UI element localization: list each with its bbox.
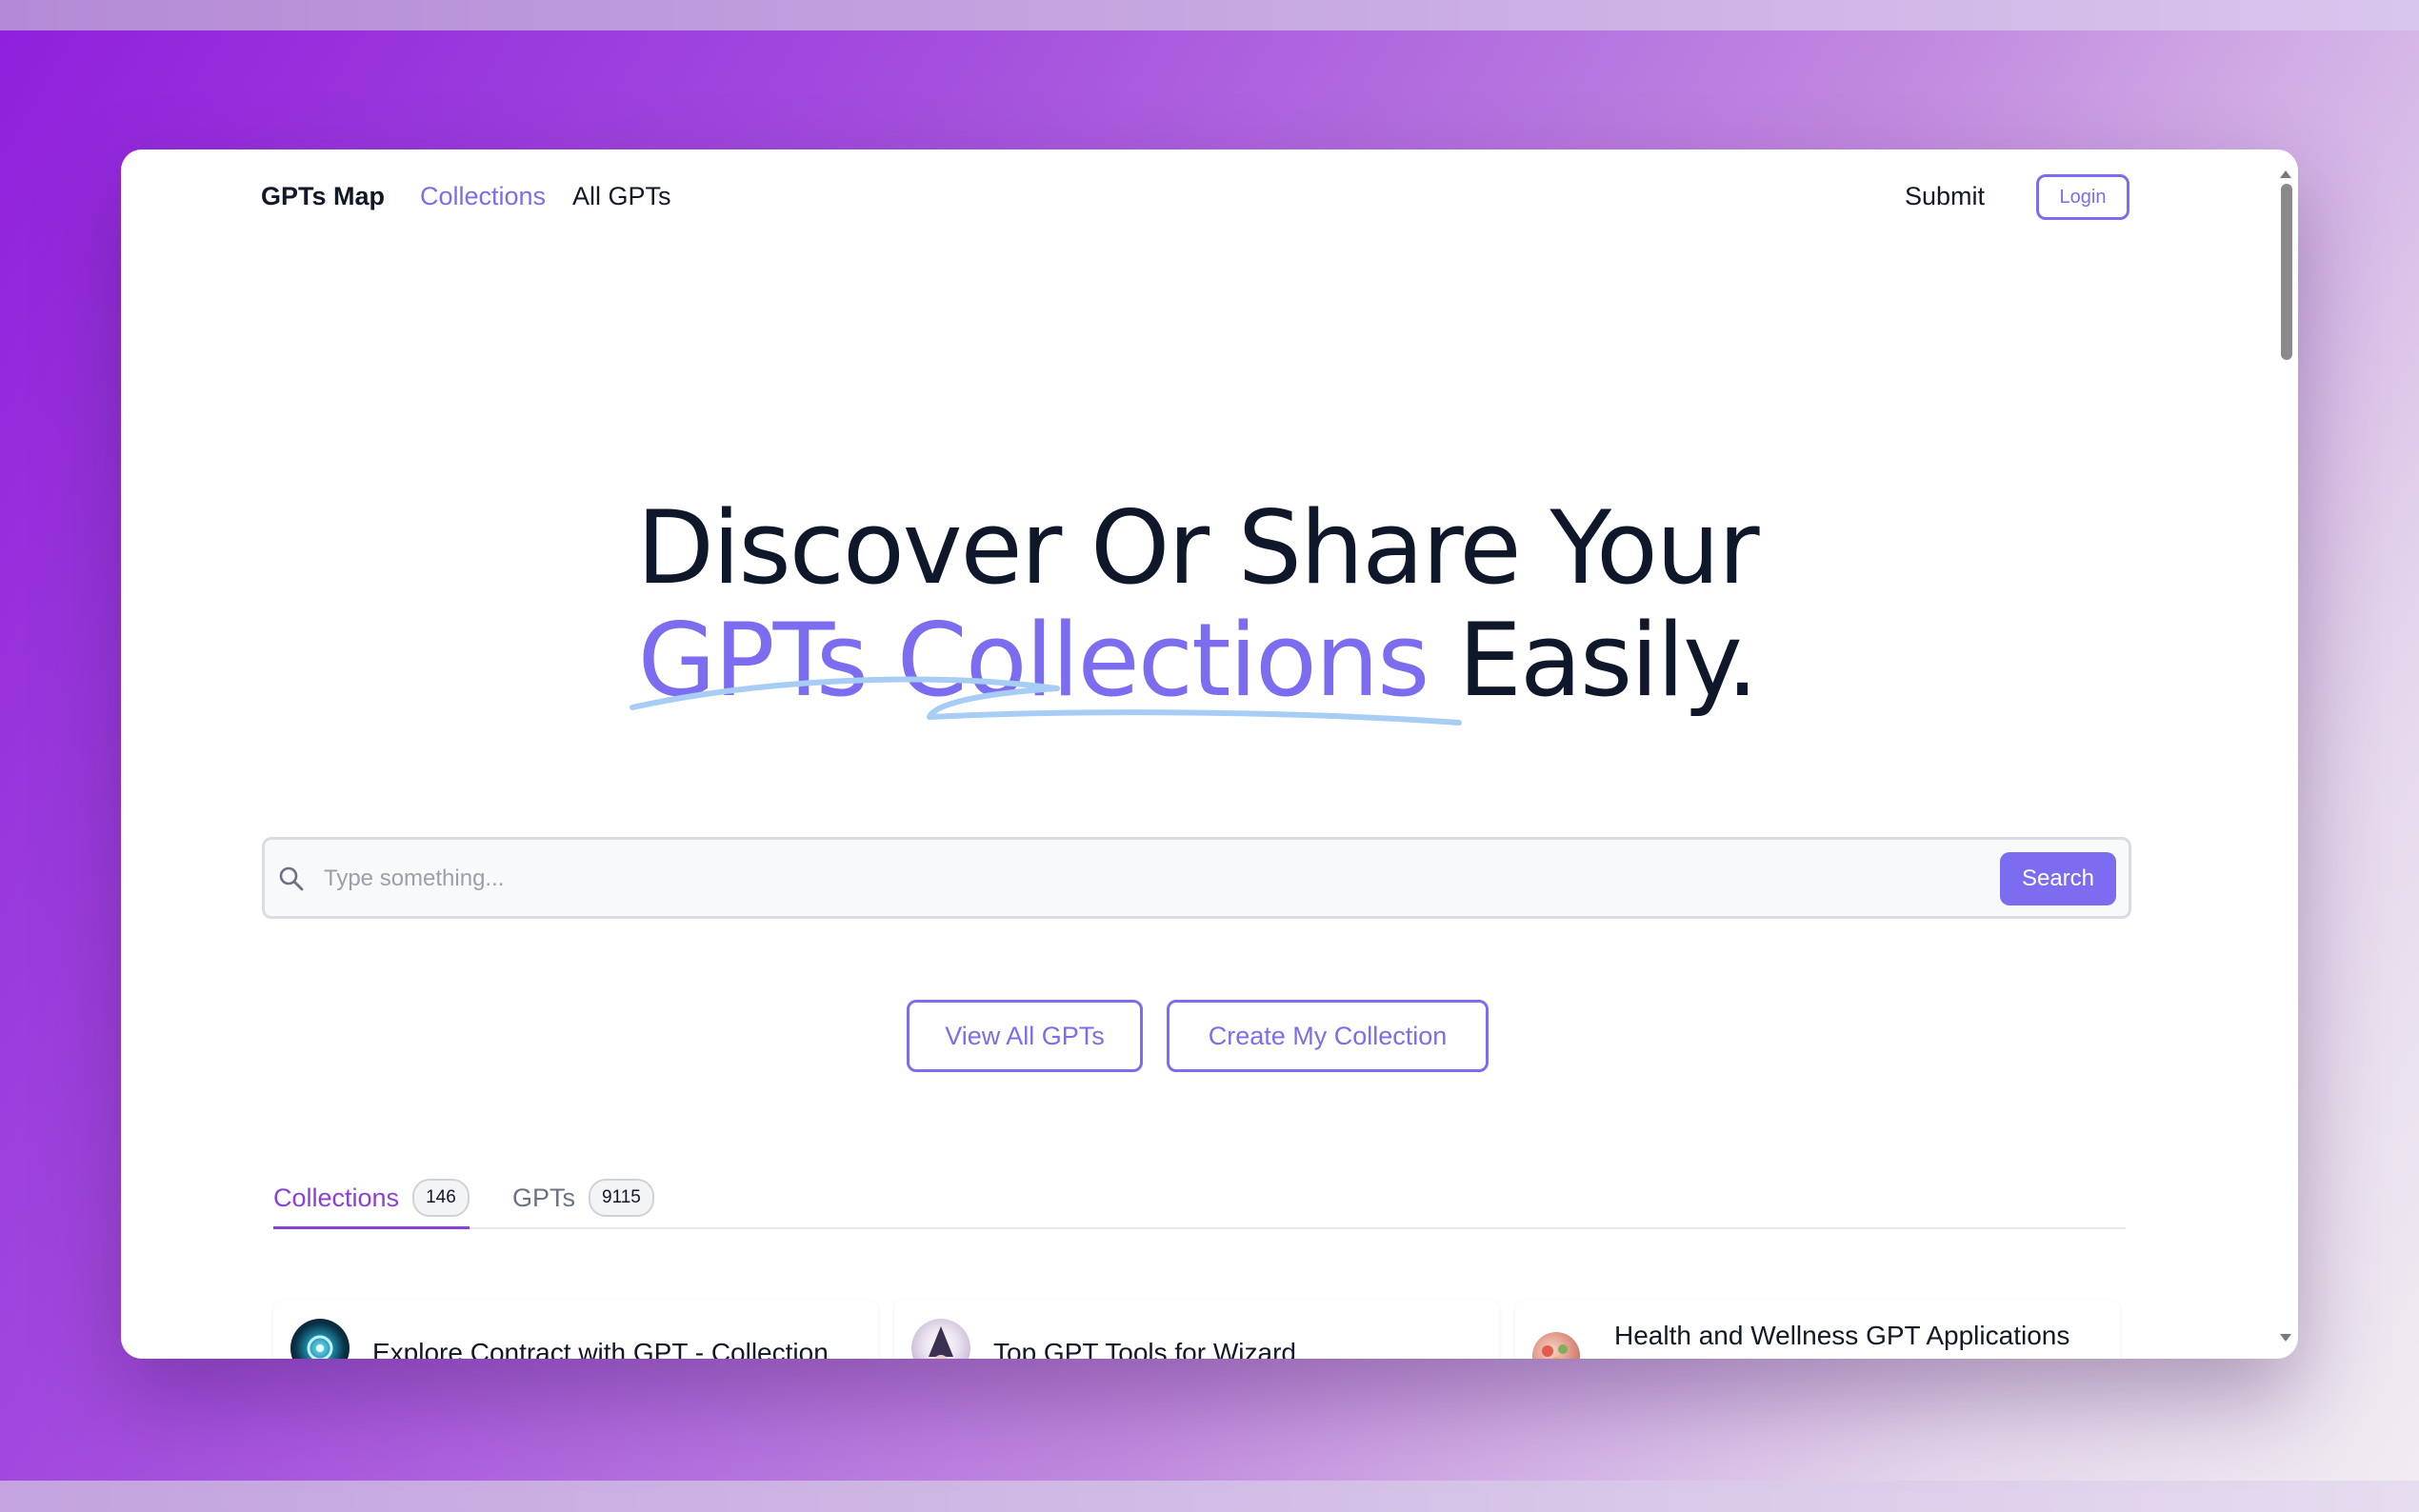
collection-card[interactable]: Top GPT Tools for Wizard [894, 1300, 1499, 1359]
login-button[interactable]: Login [2036, 174, 2129, 220]
scrollbar-thumb[interactable] [2281, 184, 2292, 360]
background-band-bottom [0, 1481, 2419, 1512]
collection-avatar [1532, 1332, 1580, 1359]
health-icon [1542, 1344, 1568, 1359]
view-all-gpts-button[interactable]: View All GPTs [907, 1000, 1143, 1072]
collection-card[interactable]: Health and Wellness GPT Applications [1515, 1300, 2120, 1359]
collection-card[interactable]: Explore Contract with GPT - Collection [273, 1300, 878, 1359]
background-band-top [0, 0, 2419, 30]
hero-line-1: Discover Or Share Your [636, 489, 1759, 607]
wizard-icon [929, 1326, 953, 1359]
scroll-down-arrow-icon[interactable] [2280, 1334, 2291, 1342]
collection-card-title: Health and Wellness GPT Applications [1614, 1321, 2070, 1350]
tab-gpts-count-badge: 9115 [589, 1179, 654, 1217]
search-button[interactable]: Search [2000, 852, 2116, 905]
collection-avatar [911, 1319, 970, 1359]
search-input[interactable] [322, 853, 1964, 905]
nav-link-all-gpts[interactable]: All GPTs [572, 182, 671, 211]
robot-icon [307, 1335, 333, 1359]
submit-link[interactable]: Submit [1905, 182, 1985, 211]
tab-gpts[interactable]: GPTs 9115 [512, 1168, 654, 1227]
browser-window: GPTs Map Collections All GPTs Submit Log… [121, 149, 2298, 1359]
collection-card-title: Top GPT Tools for Wizard [993, 1338, 1296, 1359]
tab-gpts-label: GPTs [512, 1183, 576, 1212]
nav-link-collections[interactable]: Collections [420, 182, 546, 211]
content-tabs: Collections 146 GPTs 9115 [273, 1168, 2126, 1229]
hero-underline-squiggle [630, 676, 1462, 726]
create-my-collection-button[interactable]: Create My Collection [1167, 1000, 1489, 1072]
tab-collections[interactable]: Collections 146 [273, 1168, 470, 1229]
tab-collections-count-badge: 146 [412, 1179, 470, 1217]
scroll-up-arrow-icon[interactable] [2280, 170, 2291, 178]
top-nav: GPTs Map Collections All GPTs Submit Log… [121, 149, 2273, 245]
collection-avatar [290, 1319, 350, 1359]
search-bar: Search [262, 837, 2131, 919]
tab-collections-label: Collections [273, 1183, 400, 1212]
brand-logo-text[interactable]: GPTs Map [261, 182, 385, 211]
search-icon [279, 866, 304, 891]
page-scrollbar[interactable] [2273, 167, 2298, 1347]
hero-line-2-rest: Easily. [1458, 602, 1758, 719]
collection-card-title: Explore Contract with GPT - Collection [372, 1338, 829, 1359]
